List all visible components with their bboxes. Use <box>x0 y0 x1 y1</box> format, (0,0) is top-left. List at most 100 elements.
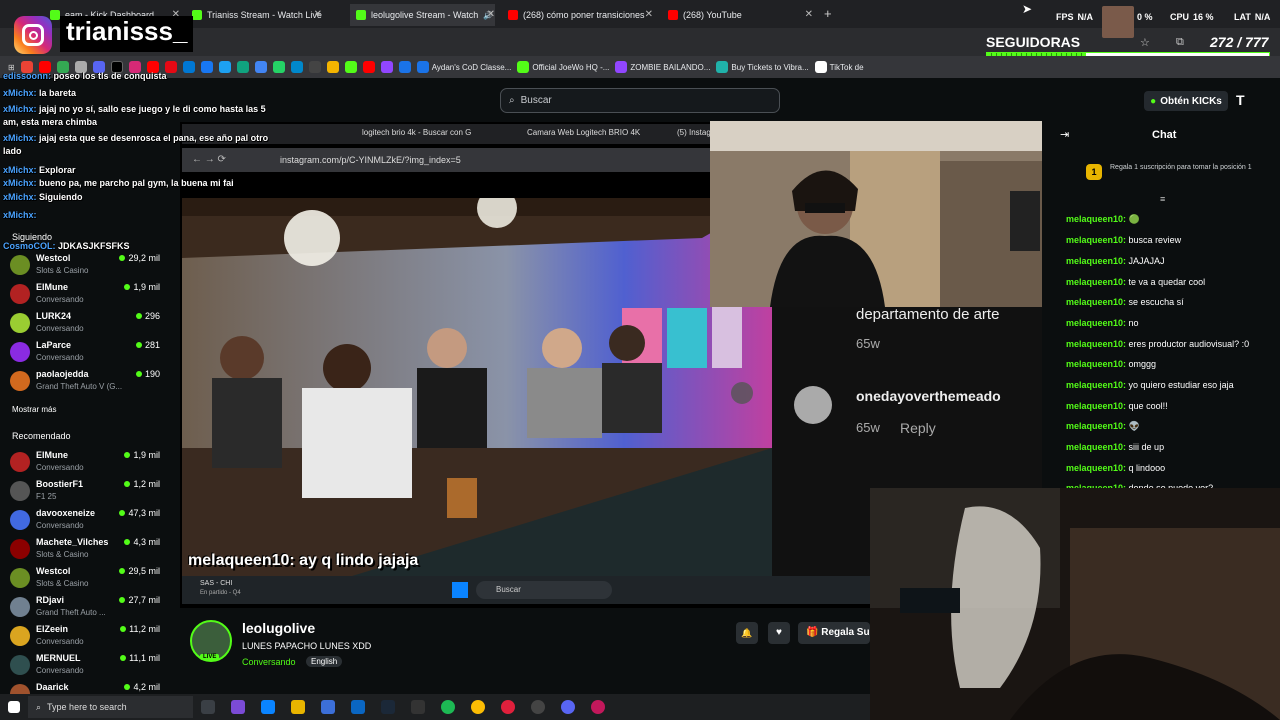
new-tab-icon[interactable]: + <box>824 6 832 21</box>
twitch-icon[interactable] <box>380 61 393 73</box>
lat-value: N/A <box>1254 12 1271 22</box>
bookmark-item[interactable]: Official JoeWo HQ -... <box>517 61 609 73</box>
chat-message: melaqueen10: omggg <box>1066 359 1156 369</box>
channel-name: MERNUEL <box>36 653 81 663</box>
avatar <box>10 510 30 530</box>
avatar <box>10 568 30 588</box>
edge-icon[interactable] <box>261 700 275 714</box>
copilot-icon[interactable] <box>231 700 245 714</box>
kick-icon[interactable] <box>344 61 357 73</box>
browser-tab[interactable]: Trianiss Stream - Watch Live on ✕ <box>192 4 322 26</box>
notification-bell-icon[interactable]: 🔔 <box>736 622 758 644</box>
sidebar-channel[interactable]: BoostierF1 F1 25 1,2 mil <box>10 479 160 507</box>
search-placeholder: Buscar <box>520 95 552 106</box>
opera-icon[interactable] <box>501 700 515 714</box>
chat-username[interactable]: melaqueen10: <box>1066 277 1126 287</box>
browser-tab-active[interactable]: leolugolive Stream - Watch 🔊 ✕ <box>350 4 495 26</box>
windows-start-icon[interactable] <box>8 701 20 713</box>
tiktok-icon <box>814 61 827 73</box>
channel-name: LaParce <box>36 340 72 350</box>
user-menu-icon[interactable]: T <box>1236 92 1245 108</box>
chrome-icon[interactable] <box>471 700 485 714</box>
language-badge[interactable]: English <box>306 656 343 667</box>
close-icon[interactable]: ✕ <box>645 9 653 20</box>
steam-icon[interactable] <box>381 700 395 714</box>
bookmark-icon[interactable] <box>398 61 411 73</box>
sidebar-channel[interactable]: RDjavi Grand Theft Auto ... 27,7 mil <box>10 595 160 623</box>
bookmark-icon[interactable] <box>326 61 339 73</box>
get-kicks-button[interactable]: ● Obtén KICKs <box>1144 91 1228 111</box>
live-dot-icon <box>120 626 127 632</box>
chat-message: melaqueen10: se escucha sí <box>1066 297 1184 307</box>
follow-heart-icon[interactable]: ♥ <box>768 622 790 644</box>
chat-username[interactable]: melaqueen10: <box>1066 297 1126 307</box>
chat-username[interactable]: melaqueen10: <box>1066 235 1126 245</box>
file-explorer-icon[interactable] <box>291 700 305 714</box>
sidebar-channel[interactable]: Machete_Vilches Slots & Casino 4,3 mil <box>10 537 160 565</box>
task-view-icon[interactable] <box>201 700 215 714</box>
close-icon[interactable]: ✕ <box>805 9 813 20</box>
close-icon[interactable]: ✕ <box>314 9 322 20</box>
chat-text: busca review <box>1128 235 1182 245</box>
sidebar-channel[interactable]: LURK24 Conversando 296 <box>10 311 160 339</box>
close-icon[interactable]: ✕ <box>487 9 495 20</box>
bookmark-item[interactable]: Aydan's CoD Classe... <box>416 61 511 73</box>
chat-username[interactable]: melaqueen10: <box>1066 421 1126 431</box>
get-kicks-label: Obtén KICKs <box>1160 95 1222 107</box>
show-more-link[interactable]: Mostrar más <box>12 405 56 414</box>
channel-name: davooxeneize <box>36 508 96 518</box>
chat-username[interactable]: melaqueen10: <box>1066 380 1126 390</box>
overlay-chat-text: bueno pa, me parcho pal gym, la buena mi… <box>39 178 234 188</box>
sidebar-channel[interactable]: paolaojedda Grand Theft Auto V (G... 190 <box>10 369 160 397</box>
bookmark-icon[interactable] <box>308 61 321 73</box>
chat-username[interactable]: melaqueen10: <box>1066 318 1126 328</box>
sidebar-channel[interactable]: ElMune Conversando 1,9 mil <box>10 450 160 478</box>
sidebar-channel[interactable]: Daarick 4,2 mil <box>10 682 160 694</box>
windows-search-box[interactable]: ⌕ Type here to search <box>28 696 193 718</box>
browser-tab[interactable]: (268) YouTube ✕ <box>668 4 813 26</box>
bookmark-item[interactable]: TikTok de <box>814 61 864 73</box>
app-icon[interactable] <box>411 700 425 714</box>
search-input[interactable]: ⌕ Buscar <box>500 88 780 113</box>
gift-sub-banner[interactable]: Regala 1 suscripción para tomar la posic… <box>1110 164 1260 171</box>
sidebar-channel[interactable]: ElMune Conversando 1,9 mil <box>10 282 160 310</box>
stream-category[interactable]: Conversando <box>242 657 296 667</box>
chat-message: melaqueen10: busca review <box>1066 235 1181 245</box>
gift-sub-button[interactable]: 🎁 Regala Su <box>798 622 870 644</box>
browser-tab[interactable]: (268) cómo poner transiciones ✕ <box>508 4 653 26</box>
chat-username[interactable]: melaqueen10: <box>1066 442 1126 452</box>
app-icon[interactable] <box>591 700 605 714</box>
obs-icon[interactable] <box>531 700 545 714</box>
outlook-icon[interactable] <box>351 700 365 714</box>
discord-icon[interactable] <box>561 700 575 714</box>
store-icon[interactable] <box>321 700 335 714</box>
viewer-count: 1,9 mil <box>124 282 160 292</box>
chat-username[interactable]: melaqueen10: <box>1066 401 1126 411</box>
extension-icon[interactable]: ⧉ <box>1176 36 1184 49</box>
lat-stat: LAT N/A <box>1234 12 1270 22</box>
bookmark-item[interactable]: Buy Tickets to Vibra... <box>716 61 809 73</box>
sidebar-channel[interactable]: LaParce Conversando 281 <box>10 340 160 368</box>
youtube-icon[interactable] <box>362 61 375 73</box>
live-dot-icon <box>120 655 127 661</box>
streamer-name[interactable]: leolugolive <box>242 620 315 636</box>
star-icon[interactable]: ☆ <box>1140 36 1150 49</box>
spotify-icon[interactable] <box>441 700 455 714</box>
chat-username[interactable]: melaqueen10: <box>1066 463 1126 473</box>
chat-message: melaqueen10: eres productor audiovisual?… <box>1066 339 1249 349</box>
channel-category: Conversando <box>36 521 84 530</box>
chat-username[interactable]: melaqueen10: <box>1066 214 1126 224</box>
chat-username[interactable]: melaqueen10: <box>1066 339 1126 349</box>
overlay-chat-user: xMichx: <box>3 88 37 98</box>
chat-username[interactable]: melaqueen10: <box>1066 256 1126 266</box>
sidebar-channel[interactable]: Westcol Slots & Casino 29,5 mil <box>10 566 160 594</box>
instagram-handle: trianisss_ <box>60 16 194 52</box>
collapse-chat-icon[interactable]: ⇥ <box>1060 128 1069 141</box>
sidebar-channel[interactable]: davooxeneize Conversando 47,3 mil <box>10 508 160 536</box>
bookmark-item[interactable]: ZOMBIE BAILANDO... <box>615 61 710 73</box>
chat-username[interactable]: melaqueen10: <box>1066 359 1126 369</box>
live-badge: LIVE <box>200 654 220 660</box>
youtube-favicon-icon <box>668 10 678 20</box>
sidebar-channel[interactable]: MERNUEL Conversando 11,1 mil <box>10 653 160 681</box>
sidebar-channel[interactable]: ElZeein Conversando 11,2 mil <box>10 624 160 652</box>
